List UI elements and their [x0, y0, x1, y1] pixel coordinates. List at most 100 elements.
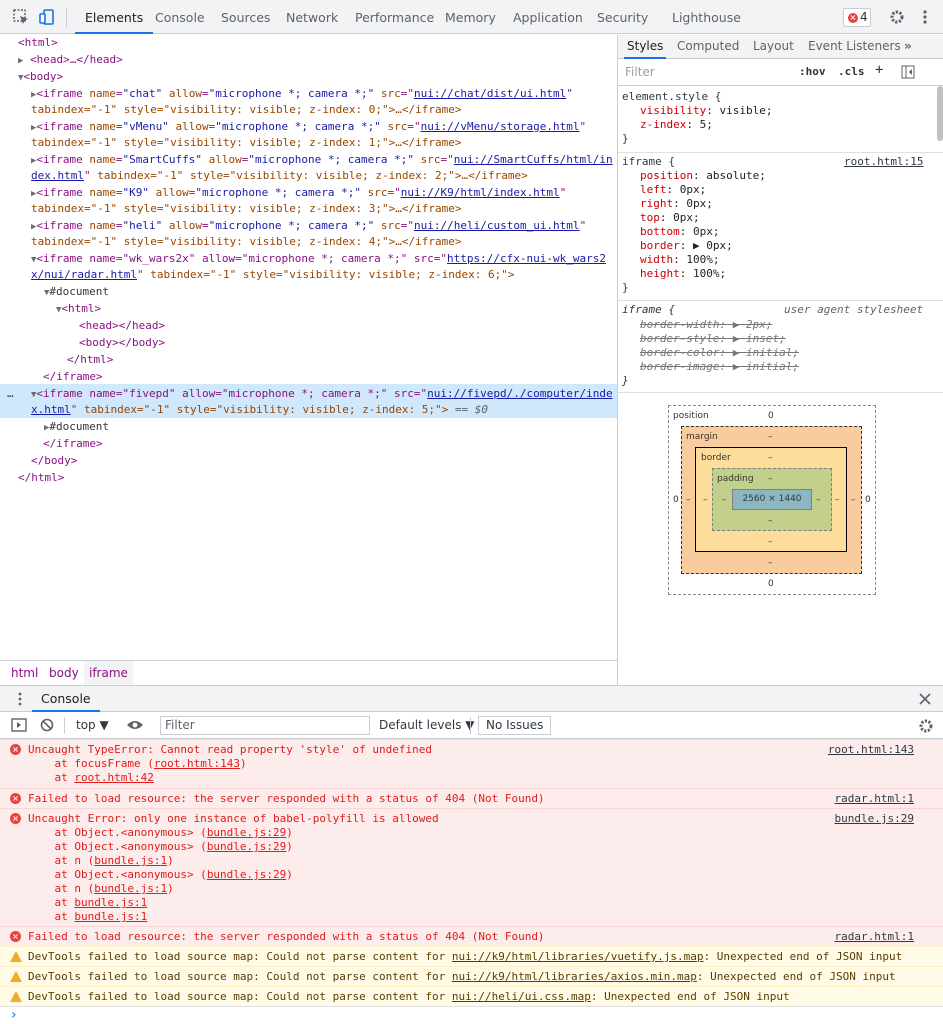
src-link[interactable]: https://cfx-nui-wk_wars2: [447, 252, 606, 265]
dom-iframe-k9[interactable]: ▶<iframe name="K9" allow="microphone *; …: [31, 185, 566, 202]
src-link[interactable]: dex.html: [31, 169, 84, 182]
src-link[interactable]: nui://fivepd/./computer/inde: [427, 387, 612, 400]
drawer-tab-console[interactable]: Console: [32, 686, 100, 712]
error-count-badge[interactable]: × 4: [843, 8, 871, 27]
tab-lighthouse[interactable]: Lighthouse: [672, 0, 741, 34]
rule-selector[interactable]: element.style {: [622, 90, 721, 104]
stack-link[interactable]: bundle.js:1: [94, 882, 167, 895]
stack-link[interactable]: bundle.js:1: [74, 910, 147, 923]
dom-body-node[interactable]: ▼<body>: [18, 69, 63, 86]
source-map-link[interactable]: nui://k9/html/libraries/vuetify.js.map: [452, 950, 704, 963]
dom-inner-body[interactable]: <body></body>: [79, 335, 165, 351]
style-prop[interactable]: position: absolute;: [640, 169, 766, 183]
log-levels-dropdown[interactable]: Default levels ▼: [379, 718, 475, 732]
tab-security[interactable]: Security: [597, 0, 648, 34]
dom-inner-head[interactable]: <head></head>: [79, 318, 165, 334]
message-source-link[interactable]: radar.html:1: [835, 792, 914, 806]
tab-layout[interactable]: Layout: [753, 35, 794, 59]
tab-network[interactable]: Network: [286, 0, 338, 34]
tab-performance[interactable]: Performance: [355, 0, 434, 34]
stack-link[interactable]: bundle.js:29: [207, 840, 286, 853]
breadcrumb-html[interactable]: html: [11, 666, 38, 680]
tab-memory[interactable]: Memory: [445, 0, 496, 34]
rule-source-link[interactable]: root.html:15: [844, 155, 923, 169]
dom-inner-html[interactable]: ▼<html>: [56, 301, 101, 318]
console-prompt-row[interactable]: ›: [0, 1006, 943, 1024]
inspect-icon[interactable]: [12, 8, 30, 26]
drawer-menu-icon[interactable]: [17, 692, 23, 706]
dom-iframe-fivepd[interactable]: ▼<iframe name="fivepd" allow="microphone…: [31, 386, 613, 403]
clear-console-icon[interactable]: [40, 718, 54, 732]
src-link[interactable]: nui://vMenu/storage.html: [421, 120, 580, 133]
class-toggle[interactable]: .cls: [838, 65, 865, 78]
breadcrumb-iframe[interactable]: iframe: [84, 661, 133, 685]
dom-iframe-wk-wars2x[interactable]: ▼<iframe name="wk_wars2x" allow="microph…: [31, 251, 606, 268]
tab-styles[interactable]: Styles: [624, 35, 667, 59]
device-toggle-icon[interactable]: [38, 8, 56, 26]
message-source-link[interactable]: radar.html:1: [835, 930, 914, 944]
node-actions-ellipsis[interactable]: …: [7, 386, 14, 402]
style-prop[interactable]: width: 100%;: [640, 253, 719, 267]
hover-state-toggle[interactable]: :hov: [799, 65, 826, 78]
style-prop[interactable]: top: 0px;: [640, 211, 700, 225]
style-prop[interactable]: visibility: visible;: [640, 104, 772, 118]
style-prop[interactable]: border: ▶ 0px;: [640, 239, 733, 253]
src-link[interactable]: nui://SmartCuffs/html/in: [454, 153, 613, 166]
context-selector[interactable]: top ▼: [76, 718, 109, 732]
src-link[interactable]: nui://chat/dist/ui.html: [414, 87, 566, 100]
console-settings-gear-icon[interactable]: [918, 718, 934, 734]
src-link[interactable]: x/nui/radar.html: [31, 268, 137, 281]
styles-scrollbar[interactable]: [937, 86, 943, 141]
src-link[interactable]: nui://K9/html/index.html: [401, 186, 560, 199]
expand-triangle-icon[interactable]: ▶: [18, 56, 23, 66]
stack-link[interactable]: bundle.js:29: [207, 826, 286, 839]
issues-button[interactable]: No Issues: [478, 716, 552, 735]
stack-text: at Object.<anonymous> (: [28, 840, 207, 853]
tab-application[interactable]: Application: [513, 0, 583, 34]
dom-fivepd-document[interactable]: ▶#document: [44, 419, 109, 436]
tab-elements[interactable]: Elements: [75, 0, 154, 34]
stack-link[interactable]: root.html:42: [74, 771, 153, 784]
more-options-icon[interactable]: [919, 9, 931, 25]
rule-selector[interactable]: iframe {: [622, 155, 675, 169]
tab-event-listeners[interactable]: Event Listeners: [808, 35, 901, 59]
stack-link[interactable]: bundle.js:29: [207, 868, 286, 881]
console-filter-input[interactable]: Filter: [160, 716, 370, 735]
message-source-link[interactable]: root.html:143: [828, 743, 914, 757]
style-prop[interactable]: right: 0px;: [640, 197, 713, 211]
new-rule-plus-icon[interactable]: +: [875, 62, 883, 78]
style-prop[interactable]: z-index: 5;: [640, 118, 713, 132]
toggle-sidebar-icon[interactable]: [901, 65, 915, 79]
src-link[interactable]: nui://heli/custom_ui.html: [414, 219, 580, 232]
stack-link[interactable]: bundle.js:1: [74, 896, 147, 909]
tab-sources[interactable]: Sources: [221, 0, 270, 34]
breadcrumb-body[interactable]: body: [49, 666, 79, 680]
dom-document-node[interactable]: ▼#document: [44, 284, 109, 301]
style-prop[interactable]: bottom: 0px;: [640, 225, 720, 239]
source-map-link[interactable]: nui://k9/html/libraries/axios.min.map: [452, 970, 697, 983]
box-model-content[interactable]: 2560 × 1440: [732, 489, 812, 510]
settings-gear-icon[interactable]: [889, 9, 905, 25]
close-drawer-icon[interactable]: [919, 693, 931, 705]
stack-link[interactable]: bundle.js:1: [94, 854, 167, 867]
dom-iframe-heli[interactable]: ▶<iframe name="heli" allow="microphone *…: [31, 218, 586, 235]
more-tabs-icon[interactable]: »: [904, 35, 912, 59]
dom-head-node[interactable]: ▶ <head>…</head>: [18, 52, 123, 69]
src-link[interactable]: x.html: [31, 403, 71, 416]
dom-iframe-smartcuffs[interactable]: ▶<iframe name="SmartCuffs" allow="microp…: [31, 152, 613, 169]
dom-iframe-vmenu[interactable]: ▶<iframe name="vMenu" allow="microphone …: [31, 119, 586, 136]
source-map-link[interactable]: nui://heli/ui.css.map: [452, 990, 591, 1003]
overridden-prop: border-style: ▶ inset;: [640, 332, 786, 345]
tab-console[interactable]: Console: [155, 0, 205, 34]
style-prop[interactable]: left: 0px;: [640, 183, 706, 197]
dom-iframe-chat[interactable]: ▶<iframe name="chat" allow="microphone *…: [31, 86, 573, 103]
message-source-link[interactable]: bundle.js:29: [835, 812, 914, 826]
styles-filter-input[interactable]: Filter: [622, 62, 790, 82]
stack-link[interactable]: root.html:143: [154, 757, 240, 770]
live-expression-eye-icon[interactable]: [126, 719, 144, 731]
style-prop[interactable]: height: 100%;: [640, 267, 726, 281]
dom-html-open[interactable]: <html>: [18, 35, 58, 51]
tab-computed[interactable]: Computed: [677, 35, 739, 59]
show-sidebar-icon[interactable]: [11, 718, 27, 732]
stack-text: ): [286, 840, 293, 853]
